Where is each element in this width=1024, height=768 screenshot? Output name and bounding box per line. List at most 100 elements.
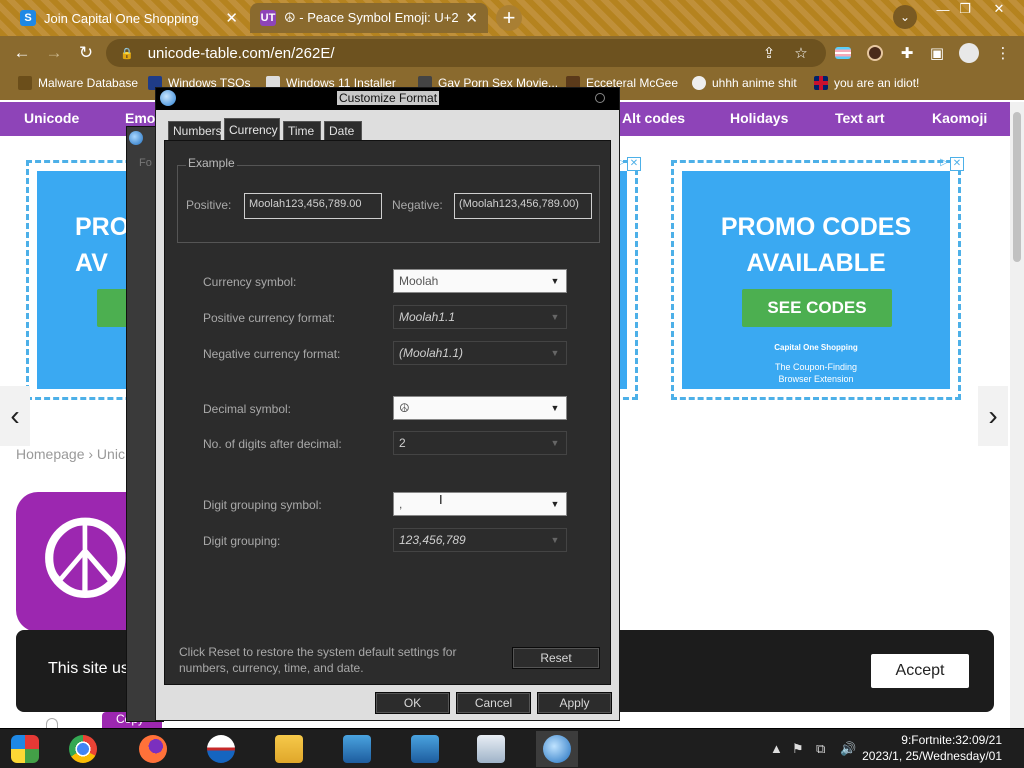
- decimal-symbol-label: Decimal symbol:: [203, 402, 292, 416]
- chrome-taskbar-button[interactable]: [62, 731, 104, 767]
- address-bar[interactable]: 🔒 unicode-table.com/en/262E/: [106, 39, 826, 67]
- action-center-flag-icon[interactable]: ⚑: [792, 741, 804, 757]
- capital-one-logo: Capital One Shopping: [774, 343, 858, 352]
- bookmark-favicon: [692, 76, 706, 90]
- positive-format-combo[interactable]: Moolah1.1 ▼: [393, 305, 567, 329]
- ad-headline-line: AVAILABLE: [746, 249, 886, 277]
- apply-button[interactable]: Apply: [537, 692, 612, 714]
- dropdown-arrow-icon[interactable]: ▼: [548, 308, 562, 326]
- reload-icon[interactable]: ↻: [74, 41, 98, 65]
- bookmark-item[interactable]: uhhh anime shit: [692, 76, 797, 90]
- dialog-close-icon[interactable]: [595, 93, 605, 103]
- tab-currency[interactable]: Currency: [224, 118, 280, 141]
- close-tab-icon[interactable]: ✕: [465, 9, 478, 27]
- breadcrumb[interactable]: Homepage › Unic: [16, 446, 125, 462]
- calendar-clock-taskbar-button[interactable]: [470, 731, 512, 767]
- dropdown-arrow-icon[interactable]: ▼: [548, 272, 562, 290]
- menu-kebab-icon[interactable]: ⋮: [992, 42, 1014, 64]
- positive-example: Moolah123,456,789.00: [244, 193, 382, 219]
- tab-capital-one[interactable]: S Join Capital One Shopping ✕: [10, 3, 248, 33]
- cancel-button[interactable]: Cancel: [456, 692, 531, 714]
- nav-kaomoji[interactable]: Kaomoji: [932, 110, 987, 126]
- system-clock[interactable]: 9:Fortnite:32:09/21 2023/1, 25/Wednesday…: [862, 732, 1002, 764]
- network-icon[interactable]: ⧉: [816, 741, 825, 757]
- carousel-prev-button[interactable]: ‹: [0, 386, 30, 446]
- back-arrow-icon[interactable]: ←: [10, 41, 34, 65]
- extensions-puzzle-icon[interactable]: ✚: [896, 42, 918, 64]
- reset-button[interactable]: Reset: [512, 647, 600, 669]
- dropdown-arrow-icon[interactable]: ▼: [548, 399, 562, 417]
- bookmark-item[interactable]: you are an idiot!: [814, 76, 919, 90]
- ad-banner-right[interactable]: PROMO CODES AVAILABLE SEE CODES Capital …: [671, 157, 964, 400]
- tab-time[interactable]: Time: [283, 121, 321, 141]
- nav-text-art[interactable]: Text art: [835, 110, 885, 126]
- decimal-symbol-combo[interactable]: ☮ ▼: [393, 396, 567, 420]
- ok-button[interactable]: OK: [375, 692, 450, 714]
- tab-search-icon[interactable]: ⌄: [893, 5, 917, 29]
- firefox-icon: [139, 735, 167, 763]
- lock-icon: 🔒: [120, 47, 134, 60]
- scrollbar-thumb[interactable]: [1013, 112, 1021, 262]
- extension-avatar-icon[interactable]: [864, 42, 886, 64]
- combo-value: Moolah1.1: [399, 310, 456, 324]
- dropdown-arrow-icon[interactable]: ▼: [548, 434, 562, 452]
- globe-icon: [129, 131, 143, 145]
- dropdown-arrow-icon[interactable]: ▼: [548, 531, 562, 549]
- tab-title: Join Capital One Shopping: [44, 10, 199, 26]
- bookmark-favicon: [18, 76, 32, 90]
- side-panel-icon[interactable]: ▣: [926, 42, 948, 64]
- digits-after-decimal-combo[interactable]: 2 ▼: [393, 431, 567, 455]
- extension-flag-icon[interactable]: [832, 42, 854, 64]
- combo-value: 2: [399, 436, 406, 450]
- nav-unicode[interactable]: Unicode: [24, 110, 79, 126]
- page-scrollbar[interactable]: [1010, 102, 1024, 728]
- tab-unicode-table[interactable]: UT ☮ - Peace Symbol Emoji: U+262E ✕: [250, 3, 488, 33]
- info-icon: [46, 718, 58, 728]
- negative-format-combo[interactable]: (Moolah1.1) ▼: [393, 341, 567, 365]
- new-tab-button[interactable]: +: [496, 5, 522, 31]
- carousel-next-button[interactable]: ›: [978, 386, 1008, 446]
- ad-fine-line: The Coupon-Finding: [774, 362, 858, 372]
- close-tab-icon[interactable]: ✕: [225, 9, 238, 27]
- computer-settings-icon: [411, 735, 439, 763]
- share-icon[interactable]: ⇪: [758, 42, 780, 64]
- settings-app-taskbar-button[interactable]: [336, 731, 378, 767]
- nav-emoji[interactable]: Emo: [125, 110, 155, 126]
- chrome-icon: [69, 735, 97, 763]
- obama-taskbar-button[interactable]: [200, 731, 242, 767]
- bookmark-item[interactable]: Malware Database: [18, 76, 138, 90]
- adchoices-icon[interactable]: ▷: [940, 157, 948, 168]
- dropdown-arrow-icon[interactable]: ▼: [548, 344, 562, 362]
- reset-info-text: Click Reset to restore the system defaul…: [179, 645, 457, 675]
- file-explorer-taskbar-button[interactable]: [268, 731, 310, 767]
- close-window-icon[interactable]: ✕: [984, 0, 1014, 18]
- start-button[interactable]: [4, 731, 46, 767]
- firefox-taskbar-button[interactable]: [132, 731, 174, 767]
- restore-icon[interactable]: ❐: [950, 0, 980, 18]
- profile-avatar-icon[interactable]: [958, 42, 980, 64]
- digits-after-decimal-label: No. of digits after decimal:: [203, 437, 342, 451]
- currency-symbol-combo[interactable]: Moolah ▼: [393, 269, 567, 293]
- forward-arrow-icon[interactable]: →: [42, 41, 66, 65]
- volume-icon[interactable]: 🔊: [840, 741, 856, 757]
- nav-alt-codes[interactable]: Alt codes: [622, 110, 685, 126]
- digit-grouping-symbol-combo[interactable]: , ▼: [393, 492, 567, 516]
- digit-grouping-combo[interactable]: 123,456,789 ▼: [393, 528, 567, 552]
- ad-close-icon[interactable]: ✕: [627, 157, 641, 171]
- bookmark-star-icon[interactable]: ☆: [790, 42, 812, 64]
- dialog-tab-partial: Fo: [139, 157, 152, 169]
- accept-cookies-button[interactable]: Accept: [871, 654, 969, 688]
- dialog-title-bar[interactable]: Customize Format: [156, 88, 619, 110]
- nav-holidays[interactable]: Holidays: [730, 110, 788, 126]
- globe-icon: [160, 90, 176, 106]
- settings-app-taskbar-button-2[interactable]: [404, 731, 446, 767]
- dropdown-arrow-icon[interactable]: ▼: [548, 495, 562, 513]
- ad-headline: PROMO CODES AVAILABLE: [682, 209, 950, 281]
- tab-date[interactable]: Date: [324, 121, 362, 141]
- tab-numbers[interactable]: Numbers: [168, 121, 222, 141]
- ad-close-icon[interactable]: ✕: [950, 157, 964, 171]
- see-codes-button[interactable]: SEE CODES: [742, 289, 892, 327]
- tab-title: ☮ - Peace Symbol Emoji: U+262E: [284, 10, 459, 25]
- regional-settings-taskbar-button[interactable]: [536, 731, 578, 767]
- show-hidden-icons[interactable]: ▲: [770, 741, 783, 756]
